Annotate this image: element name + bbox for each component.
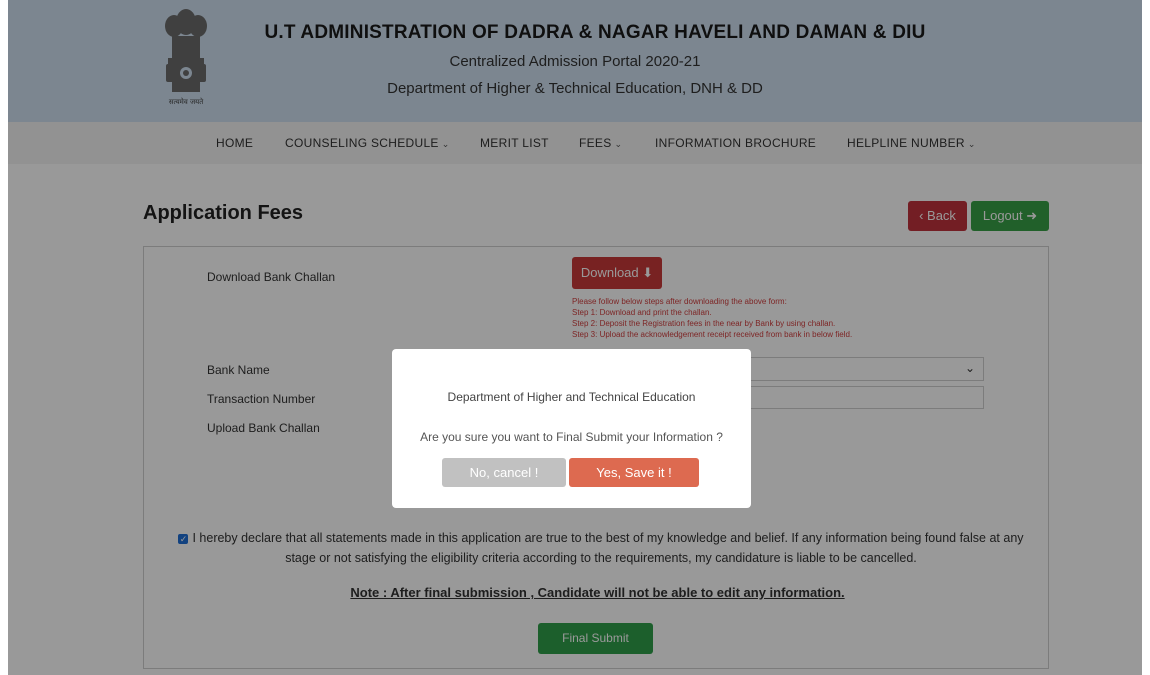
cancel-button[interactable]: No, cancel ! (442, 458, 566, 487)
modal-backdrop[interactable] (8, 0, 1142, 675)
page-frame: सत्यमेव जयते U.T ADMINISTRATION OF DADRA… (8, 0, 1142, 675)
dialog-title: Department of Higher and Technical Educa… (447, 390, 696, 404)
dialog-message: Are you sure you want to Final Submit yo… (420, 430, 723, 444)
confirm-dialog: Department of Higher and Technical Educa… (392, 349, 751, 508)
confirm-save-button[interactable]: Yes, Save it ! (569, 458, 699, 487)
